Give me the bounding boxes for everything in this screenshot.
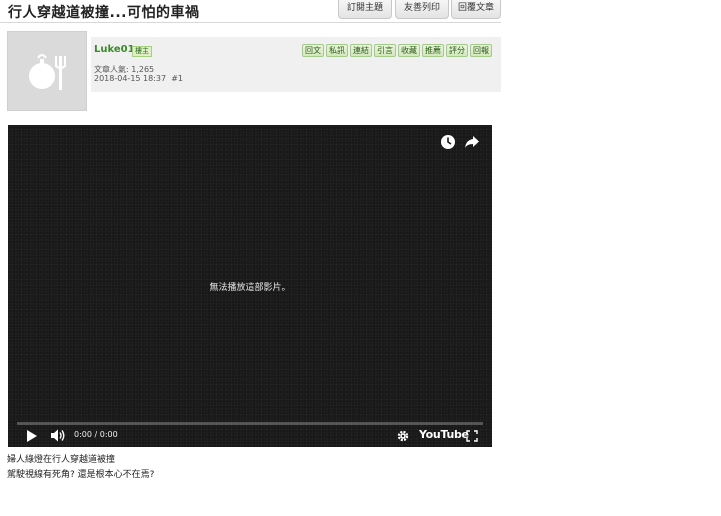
action-reply-button[interactable]: 回文 [302,44,324,57]
play-icon[interactable] [26,430,37,442]
page-title: 行人穿越道被撞...可怕的車禍 [8,5,200,21]
post-body-line: 婦人綠燈在行人穿越道被撞 [7,455,116,465]
video-progress-bar[interactable] [17,422,483,425]
action-recommend-button[interactable]: 推薦 [422,44,444,57]
post-author-name[interactable]: Luke01 [94,44,135,55]
post-timestamp: 2018-04-15 18:37 #1 [94,74,183,83]
print-friendly-button[interactable]: 友善列印 [395,0,449,19]
action-message-button[interactable]: 私訊 [326,44,348,57]
action-rate-button[interactable]: 評分 [446,44,468,57]
default-avatar-icon [29,54,66,90]
video-time-display: 0:00 / 0:00 [74,430,118,439]
volume-icon[interactable] [51,429,66,442]
action-link-button[interactable]: 連結 [350,44,372,57]
video-error-message: 無法播放這部影片。 [209,283,291,293]
post-date: 2018-04-15 18:37 [94,74,167,83]
post-action-bar: 回文 私訊 連結 引言 收藏 推薦 評分 回報 [302,44,492,57]
title-divider [0,22,501,23]
action-favorite-button[interactable]: 收藏 [398,44,420,57]
gear-icon[interactable] [397,430,409,442]
clock-icon[interactable] [440,134,456,150]
post-body-line: 駕駛視線有死角? 還是根本心不在焉? [7,470,155,480]
share-icon[interactable] [464,135,480,149]
subscribe-topic-button[interactable]: 訂閱主題 [338,0,392,19]
role-badge: 樓主 [132,46,152,57]
post-floor-number[interactable]: #1 [171,74,183,83]
youtube-logo[interactable]: YouTube [419,428,469,441]
avatar[interactable] [7,31,87,111]
action-quote-button[interactable]: 引言 [374,44,396,57]
video-player[interactable]: 無法播放這部影片。 0:00 / 0:00 YouTube [8,125,492,447]
action-report-button[interactable]: 回報 [470,44,492,57]
reply-article-button[interactable]: 回覆文章 [451,0,501,19]
fullscreen-icon[interactable] [466,430,478,442]
